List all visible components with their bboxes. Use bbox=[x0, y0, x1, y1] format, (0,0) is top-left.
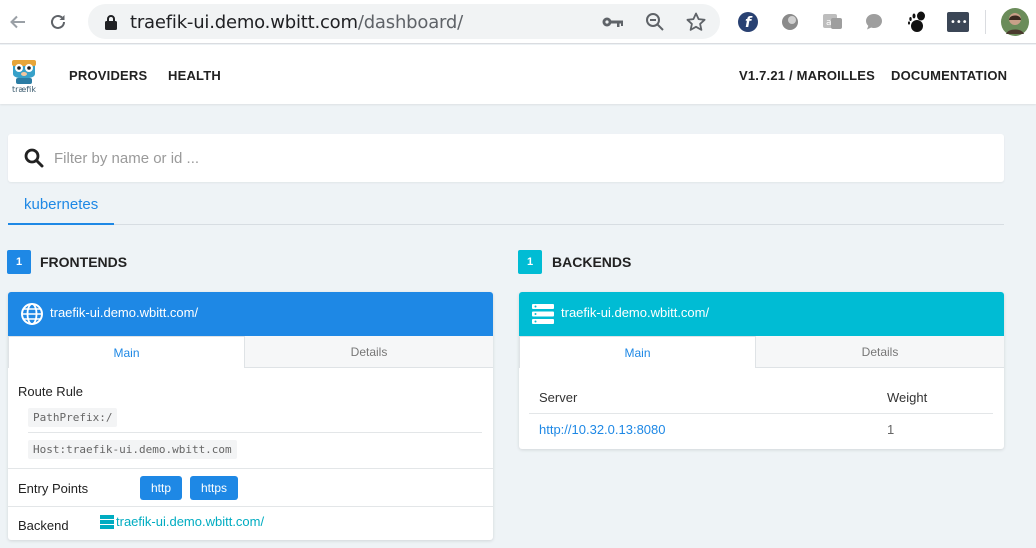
nav-version[interactable]: V1.7.21 / MAROILLES bbox=[739, 68, 875, 83]
tab-details[interactable]: Details bbox=[756, 336, 1004, 368]
globe-icon bbox=[21, 303, 43, 325]
nav-providers[interactable]: PROVIDERS bbox=[69, 68, 147, 83]
translate-extension-icon[interactable]: a bbox=[820, 10, 844, 34]
filter-search-box bbox=[8, 134, 1004, 182]
arrow-left-icon bbox=[10, 15, 25, 29]
logo-wordmark: træfik bbox=[12, 85, 36, 94]
filter-input[interactable] bbox=[54, 146, 954, 170]
table-header-divider bbox=[529, 413, 993, 414]
fedora-extension-icon[interactable]: f bbox=[736, 10, 760, 34]
url-text: traefik-ui.demo.wbitt.com/dashboard/ bbox=[130, 12, 463, 33]
frontend-tabs: Main Details bbox=[8, 336, 493, 368]
reload-icon bbox=[51, 14, 65, 29]
key-icon[interactable] bbox=[602, 11, 624, 33]
address-bar[interactable]: traefik-ui.demo.wbitt.com/dashboard/ bbox=[88, 4, 720, 39]
route-rule-divider bbox=[28, 432, 482, 433]
provider-tabs: kubernetes bbox=[8, 186, 1004, 225]
tab-main[interactable]: Main bbox=[519, 336, 756, 368]
row-divider bbox=[8, 506, 493, 507]
lock-icon bbox=[105, 15, 117, 30]
url-path: /dashboard/ bbox=[357, 12, 463, 33]
backend-card: traefik-ui.demo.wbitt.com/ Main Details … bbox=[519, 292, 1004, 449]
browser-toolbar: traefik-ui.demo.wbitt.com/dashboard/ f a… bbox=[0, 0, 1036, 44]
nav-health[interactable]: HEALTH bbox=[168, 68, 221, 83]
url-host: traefik-ui.demo.wbitt.com bbox=[130, 12, 358, 33]
svg-text:•••: ••• bbox=[950, 17, 968, 28]
toolbar-divider bbox=[985, 10, 986, 34]
row-divider bbox=[8, 468, 493, 469]
nav-documentation[interactable]: DOCUMENTATION bbox=[891, 68, 1007, 83]
search-icon bbox=[24, 148, 44, 168]
server-url-link[interactable]: http://10.32.0.13:8080 bbox=[539, 422, 666, 437]
gnome-extension-icon[interactable] bbox=[904, 10, 928, 34]
backend-link[interactable]: traefik-ui.demo.wbitt.com/ bbox=[116, 514, 264, 529]
tab-main[interactable]: Main bbox=[8, 336, 245, 368]
ghostery-extension-icon[interactable] bbox=[778, 10, 802, 34]
backends-title: BACKENDS bbox=[552, 254, 632, 270]
app-header: træfik PROVIDERS HEALTH V1.7.21 / MAROIL… bbox=[0, 45, 1036, 104]
frontend-name: traefik-ui.demo.wbitt.com/ bbox=[50, 305, 199, 320]
column-header-weight: Weight bbox=[887, 390, 928, 405]
frontends-count-badge: 1 bbox=[7, 250, 31, 274]
back-button[interactable] bbox=[4, 8, 32, 36]
entry-point-https[interactable]: https bbox=[190, 476, 238, 500]
route-rule-label: Route Rule bbox=[18, 384, 84, 399]
frontends-title: FRONTENDS bbox=[40, 254, 128, 270]
profile-avatar[interactable] bbox=[1001, 8, 1029, 36]
backend-name: traefik-ui.demo.wbitt.com/ bbox=[561, 305, 710, 320]
server-weight: 1 bbox=[887, 422, 895, 437]
backends-count-badge: 1 bbox=[518, 250, 542, 274]
chat-extension-icon[interactable] bbox=[862, 10, 886, 34]
backend-label: Backend bbox=[18, 518, 69, 533]
tab-kubernetes[interactable]: kubernetes bbox=[8, 186, 115, 225]
bookmark-star-icon[interactable] bbox=[685, 11, 707, 33]
zoom-icon[interactable] bbox=[644, 11, 666, 33]
entry-points-label: Entry Points bbox=[18, 481, 89, 496]
tab-details[interactable]: Details bbox=[245, 336, 493, 368]
traefik-gopher-icon bbox=[12, 60, 36, 84]
reload-button[interactable] bbox=[44, 8, 72, 36]
avatar-icon bbox=[1001, 8, 1029, 36]
column-header-server: Server bbox=[539, 390, 578, 405]
route-rule-value: PathPrefix:/ bbox=[28, 408, 118, 427]
entry-point-http[interactable]: http bbox=[140, 476, 182, 500]
svg-text:a: a bbox=[826, 18, 832, 28]
server-stack-icon bbox=[532, 304, 554, 324]
server-icon bbox=[100, 515, 114, 529]
route-rule-value: Host:traefik-ui.demo.wbitt.com bbox=[28, 440, 237, 459]
frontend-card: traefik-ui.demo.wbitt.com/ Main Details … bbox=[8, 292, 493, 540]
backend-card-header: traefik-ui.demo.wbitt.com/ bbox=[519, 292, 1004, 336]
password-manager-extension-icon[interactable]: ••• bbox=[946, 10, 970, 34]
backend-tabs: Main Details bbox=[519, 336, 1004, 368]
frontend-card-header: traefik-ui.demo.wbitt.com/ bbox=[8, 292, 493, 336]
